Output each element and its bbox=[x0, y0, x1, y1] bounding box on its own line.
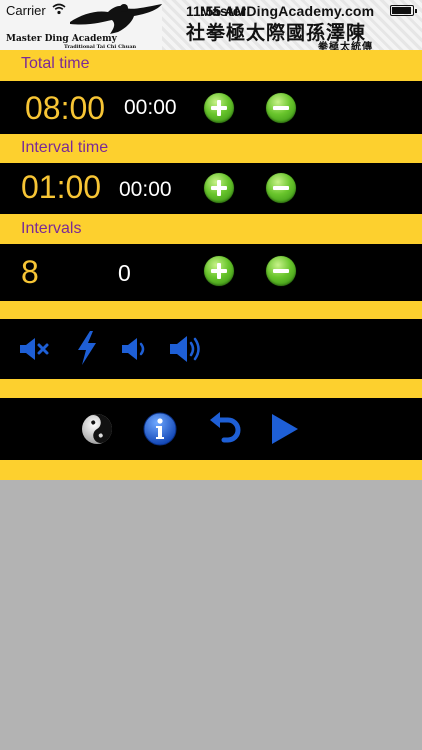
playback-controls-row bbox=[0, 398, 422, 460]
divider-bar bbox=[0, 379, 422, 398]
intervals-count: 0 bbox=[118, 260, 131, 286]
total-time-header: Total time bbox=[0, 50, 422, 81]
total-time-row: 08:00 00:00 bbox=[0, 81, 422, 134]
interval-time-value[interactable]: 01:00 bbox=[21, 169, 101, 206]
martial-artist-logo-icon bbox=[70, 4, 162, 34]
interval-time-label: Interval time bbox=[21, 139, 109, 156]
chinese-subtitle: 拳極太統傳 bbox=[318, 42, 373, 50]
intervals-value[interactable]: 8 bbox=[21, 254, 39, 291]
yin-yang-icon[interactable] bbox=[81, 413, 113, 445]
total-time-plus-button[interactable] bbox=[204, 93, 234, 123]
lightning-icon[interactable] bbox=[74, 330, 100, 366]
interval-time-elapsed: 00:00 bbox=[119, 178, 172, 201]
battery-icon bbox=[390, 5, 417, 16]
interval-time-plus-button[interactable] bbox=[204, 173, 234, 203]
total-time-minus-button[interactable] bbox=[266, 93, 296, 123]
intervals-minus-button[interactable] bbox=[266, 256, 296, 286]
total-time-label: Total time bbox=[21, 55, 90, 72]
info-icon[interactable] bbox=[143, 412, 177, 446]
intervals-plus-button[interactable] bbox=[204, 256, 234, 286]
wifi-icon bbox=[52, 3, 66, 15]
interval-time-header: Interval time bbox=[0, 134, 422, 163]
mute-icon[interactable] bbox=[18, 335, 52, 363]
total-time-elapsed: 00:00 bbox=[124, 96, 177, 119]
sound-controls-row bbox=[0, 319, 422, 379]
intervals-row: 8 0 bbox=[0, 244, 422, 301]
total-time-value[interactable]: 08:00 bbox=[25, 90, 105, 127]
divider-bar bbox=[0, 460, 422, 480]
intervals-header: Intervals bbox=[0, 214, 422, 244]
interval-time-row: 01:00 00:00 bbox=[0, 163, 422, 214]
app-header: Carrier 11:55 AM MasterDingAcademy.com M… bbox=[0, 0, 422, 50]
divider-bar bbox=[0, 301, 422, 319]
empty-area bbox=[0, 480, 422, 750]
volume-low-icon[interactable] bbox=[120, 335, 150, 363]
academy-name: Master Ding Academy bbox=[6, 34, 117, 44]
play-icon[interactable] bbox=[270, 412, 300, 446]
volume-high-icon[interactable] bbox=[168, 333, 204, 365]
academy-website: MasterDingAcademy.com bbox=[200, 3, 375, 19]
reset-icon[interactable] bbox=[208, 412, 244, 444]
intervals-label: Intervals bbox=[21, 220, 82, 237]
carrier-label: Carrier bbox=[6, 3, 46, 18]
interval-time-minus-button[interactable] bbox=[266, 173, 296, 203]
